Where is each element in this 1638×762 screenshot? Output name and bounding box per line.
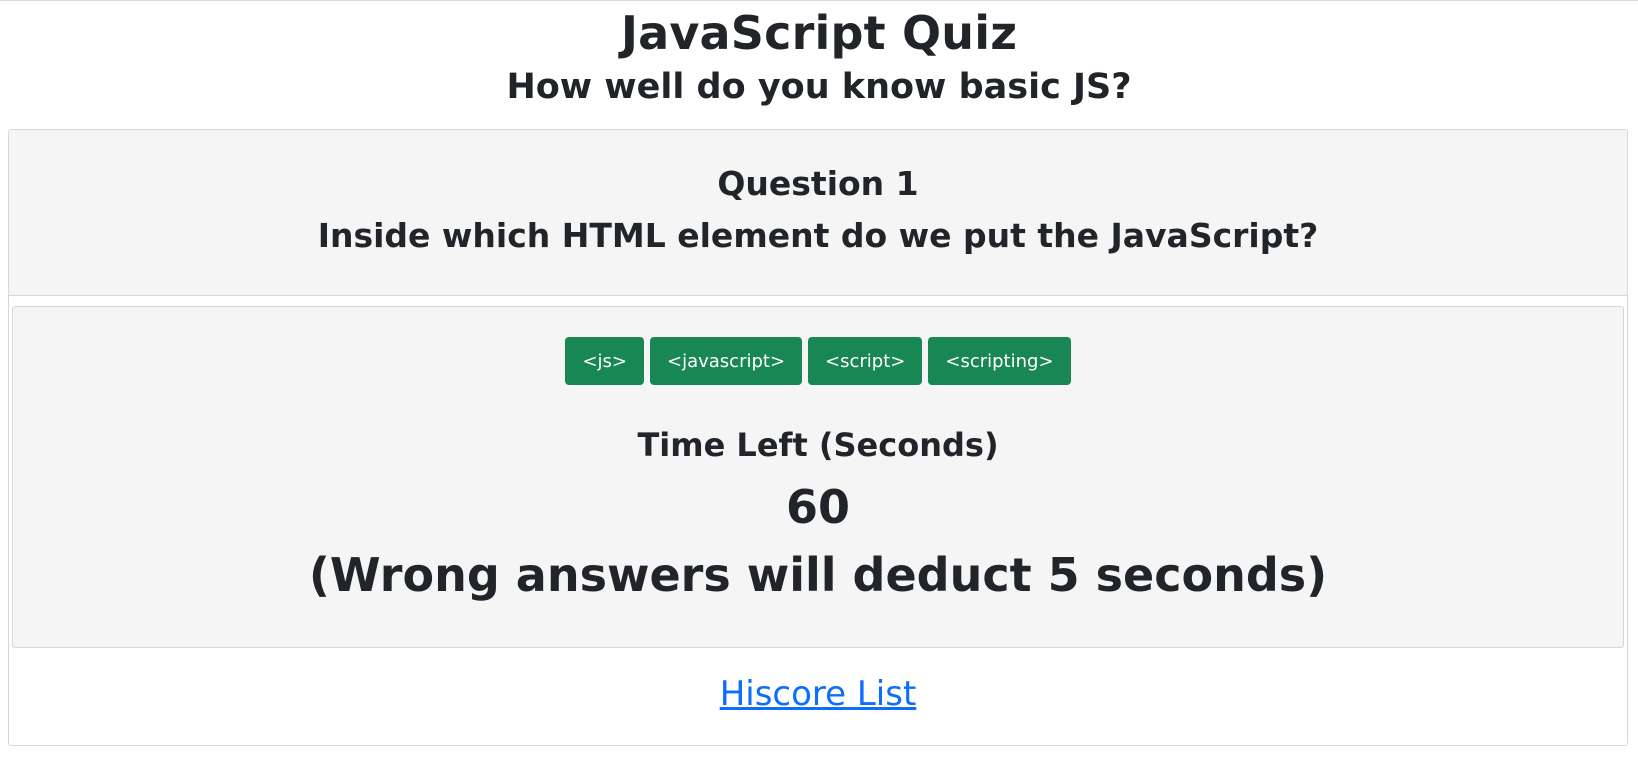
- answer-button-scripting[interactable]: <scripting>: [928, 337, 1071, 385]
- hiscore-list-link[interactable]: Hiscore List: [720, 672, 917, 716]
- time-left-label: Time Left (Seconds): [637, 426, 999, 464]
- page-title: JavaScript Quiz: [620, 6, 1018, 60]
- answer-choices: <js> <javascript> <script> <scripting>: [13, 337, 1623, 385]
- quiz-footer: Hiscore List: [9, 648, 1627, 745]
- quiz-card: Question 1 Inside which HTML element do …: [8, 129, 1628, 746]
- penalty-note: (Wrong answers will deduct 5 seconds): [308, 548, 1328, 602]
- question-panel: Question 1 Inside which HTML element do …: [9, 130, 1627, 296]
- answer-button-javascript[interactable]: <javascript>: [650, 337, 803, 385]
- time-left-value: 60: [785, 480, 850, 534]
- quiz-header: JavaScript Quiz How well do you know bas…: [0, 1, 1638, 112]
- question-number: Question 1: [717, 164, 919, 203]
- answer-button-js[interactable]: <js>: [565, 337, 644, 385]
- page-subtitle: How well do you know basic JS?: [506, 67, 1132, 107]
- answer-button-script[interactable]: <script>: [808, 337, 923, 385]
- question-text: Inside which HTML element do we put the …: [317, 216, 1319, 255]
- answer-panel: <js> <javascript> <script> <scripting> T…: [12, 306, 1624, 648]
- page: JavaScript Quiz How well do you know bas…: [0, 0, 1638, 762]
